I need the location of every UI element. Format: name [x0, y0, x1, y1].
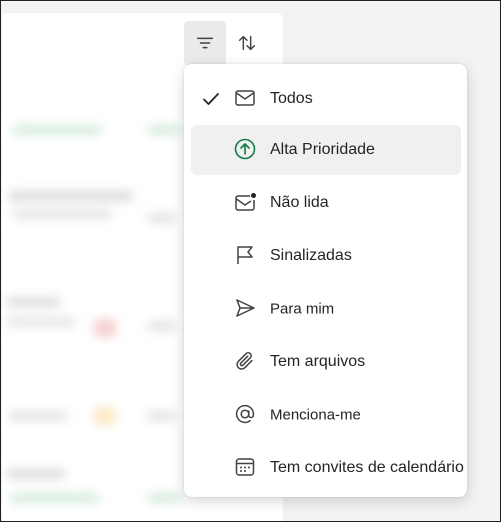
- menu-item-tem-convites[interactable]: Tem convites de calendário: [191, 443, 464, 493]
- calendar-icon: [235, 458, 255, 476]
- menu-item-sinalizadas[interactable]: Sinalizadas: [191, 231, 461, 281]
- arrow-up-circle-icon: [234, 138, 256, 160]
- list-item[interactable]: [2, 463, 182, 521]
- filter-menu: Todos Alta Prioridade Não lida Sinalizad…: [184, 64, 467, 497]
- attach-icon: [236, 351, 253, 370]
- menu-item-menciona-me[interactable]: Menciona-me: [191, 390, 461, 440]
- menu-item-label: Alta Prioridade: [270, 141, 375, 158]
- send-icon: [236, 299, 255, 317]
- list-item[interactable]: [2, 113, 182, 193]
- list-item[interactable]: [2, 383, 182, 463]
- list-item[interactable]: [2, 293, 182, 373]
- mail-unread-icon: [235, 193, 256, 211]
- sort-icon: [238, 35, 256, 51]
- mail-icon: [235, 90, 255, 106]
- flag-icon: [237, 246, 253, 264]
- menu-item-label: Menciona-me: [270, 406, 361, 424]
- menu-item-alta-prioridade[interactable]: Alta Prioridade: [191, 125, 461, 175]
- menu-item-tem-arquivos[interactable]: Tem arquivos: [191, 337, 461, 387]
- filter-icon: [196, 37, 214, 49]
- menu-item-todos[interactable]: Todos: [191, 74, 461, 124]
- menu-item-para-mim[interactable]: Para mim: [191, 284, 461, 334]
- filter-button[interactable]: [184, 21, 226, 65]
- menu-item-label: Para mim: [270, 300, 335, 318]
- checkmark-icon: [203, 93, 219, 105]
- menu-item-label: Tem convites de calendário: [270, 459, 464, 476]
- blurred-message-list: [2, 73, 182, 521]
- menu-item-label: Tem arquivos: [270, 353, 366, 370]
- menu-item-label: Todos: [270, 90, 313, 107]
- list-item[interactable]: [2, 183, 182, 263]
- menu-item-label: Não lida: [270, 194, 329, 211]
- sort-button[interactable]: [226, 21, 268, 65]
- menu-item-label: Sinalizadas: [270, 247, 352, 264]
- menu-item-nao-lida[interactable]: Não lida: [191, 178, 461, 228]
- app-window: Todos Alta Prioridade Não lida Sinalizad…: [0, 0, 501, 522]
- mention-icon: [235, 404, 255, 424]
